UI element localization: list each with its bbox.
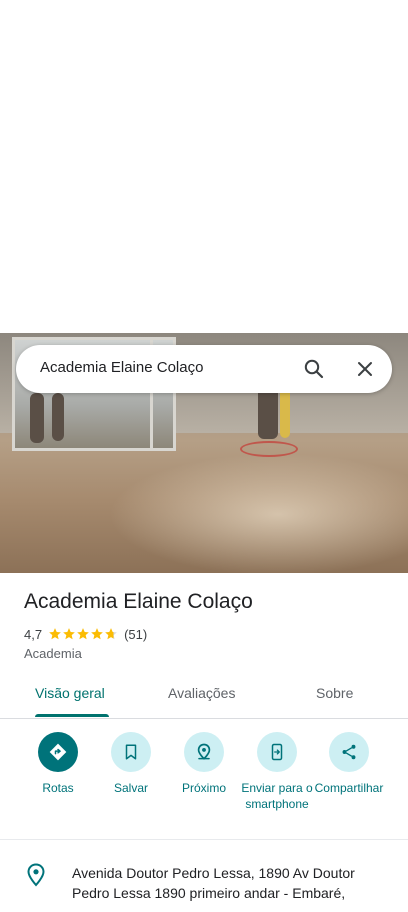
star-icon — [49, 628, 61, 640]
rating-row[interactable]: 4,7 (51) — [24, 625, 147, 643]
place-category: Academia — [24, 646, 82, 661]
tab-overview[interactable]: Visão geral — [35, 685, 105, 701]
star-icon — [105, 628, 117, 640]
tab-reviews[interactable]: Avaliações — [168, 685, 235, 701]
action-row: Rotas Salvar Próximo Enviar para o smart… — [0, 719, 408, 840]
share-label: Compartilhar — [314, 781, 384, 795]
send-to-phone-icon — [271, 743, 283, 761]
nearby-label: Próximo — [181, 781, 226, 795]
nearby-icon — [197, 743, 211, 760]
save-button[interactable]: Salvar — [91, 732, 171, 796]
search-input[interactable]: Academia Elaine Colaço — [40, 359, 203, 376]
hoop — [240, 441, 298, 457]
bookmark-icon — [125, 744, 137, 760]
location-pin-icon — [27, 863, 45, 887]
star-icon — [91, 628, 103, 640]
send-to-phone-button[interactable]: Enviar para o smartphone — [237, 732, 317, 812]
nearby-button[interactable]: Próximo — [164, 732, 244, 796]
close-icon[interactable] — [353, 357, 377, 381]
review-count[interactable]: (51) — [124, 627, 147, 642]
tab-about[interactable]: Sobre — [316, 685, 353, 701]
star-icon — [77, 628, 89, 640]
blank-map-area — [0, 0, 408, 333]
share-icon — [342, 744, 356, 760]
directions-button[interactable]: Rotas — [18, 732, 98, 796]
address-text: Avenida Doutor Pedro Lessa, 1890 Av Dout… — [72, 865, 355, 901]
share-button[interactable]: Compartilhar — [309, 732, 389, 796]
rating-stars — [48, 627, 118, 641]
active-tab-indicator — [35, 714, 109, 717]
tab-bar: Visão geral Avaliações Sobre — [0, 672, 408, 719]
search-bar[interactable]: Academia Elaine Colaço — [16, 345, 392, 393]
star-icon — [63, 628, 75, 640]
address-row[interactable]: Avenida Doutor Pedro Lessa, 1890 Av Dout… — [0, 852, 408, 912]
place-title: Academia Elaine Colaço — [24, 590, 253, 613]
rating-value: 4,7 — [24, 626, 43, 642]
directions-icon — [49, 743, 67, 761]
send-to-phone-label: Enviar para o smartphone — [241, 781, 313, 811]
save-label: Salvar — [113, 781, 148, 795]
search-icon[interactable] — [302, 357, 326, 381]
directions-label: Rotas — [42, 781, 74, 795]
figure — [30, 393, 44, 443]
